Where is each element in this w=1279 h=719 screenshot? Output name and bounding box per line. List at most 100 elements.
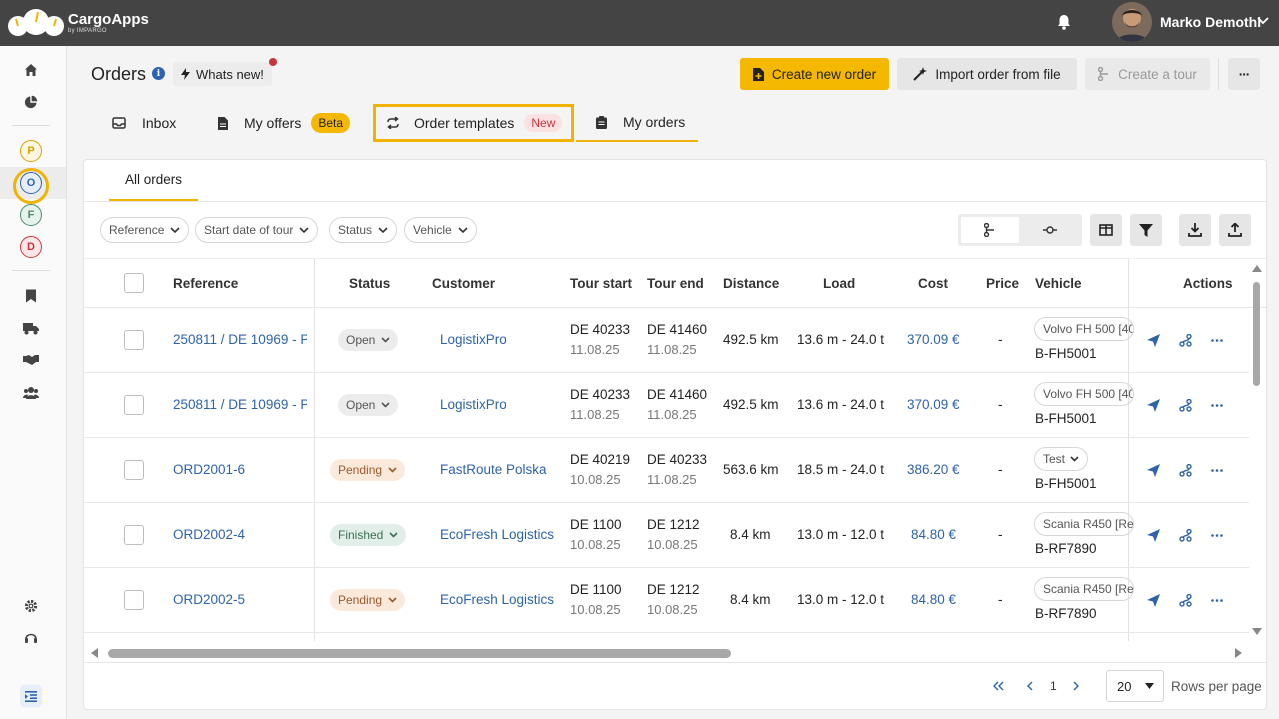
scroll-up-icon[interactable]: [1251, 264, 1263, 273]
customer-link[interactable]: FastRoute Polska: [440, 462, 547, 477]
info-icon[interactable]: i: [152, 67, 165, 80]
more-dots-icon[interactable]: [1209, 527, 1225, 543]
row-checkbox[interactable]: [124, 395, 144, 415]
column-header-vehicle[interactable]: Vehicle: [1035, 276, 1082, 291]
more-dots-icon[interactable]: [1209, 462, 1225, 478]
send-icon[interactable]: [1145, 332, 1161, 348]
bell-icon[interactable]: [1057, 14, 1071, 30]
view-tree-button[interactable]: [961, 217, 1019, 243]
table-row[interactable]: ORD2001-6 Pending FastRoute Polska DE 40…: [84, 438, 1249, 503]
tab-inbox[interactable]: Inbox: [112, 104, 176, 142]
route-share-icon[interactable]: [1177, 527, 1193, 543]
first-page-icon[interactable]: [993, 681, 1004, 691]
table-row[interactable]: ORD2002-5 Pending EcoFresh Logistics DE …: [84, 568, 1249, 633]
scroll-left-icon[interactable]: [90, 647, 99, 659]
send-icon[interactable]: [1145, 462, 1161, 478]
row-checkbox[interactable]: [124, 460, 144, 480]
vehicle-dropdown[interactable]: Test: [1034, 447, 1089, 471]
table-row[interactable]: 250811 / DE 10969 - Pl Open LogistixPro …: [84, 308, 1249, 373]
status-dropdown[interactable]: Pending: [330, 589, 406, 611]
column-header-reference[interactable]: Reference: [173, 276, 238, 291]
customer-link[interactable]: LogistixPro: [440, 397, 507, 412]
row-checkbox[interactable]: [124, 590, 144, 610]
column-header-load[interactable]: Load: [823, 276, 855, 291]
select-all-checkbox[interactable]: [124, 273, 144, 293]
upload-button[interactable]: [1219, 214, 1251, 246]
column-header-distance[interactable]: Distance: [723, 276, 779, 291]
filter-vehicle[interactable]: Vehicle: [404, 217, 477, 243]
user-avatar[interactable]: [1112, 2, 1152, 42]
app-logo[interactable]: CargoApps by IMPARGO: [6, 6, 149, 40]
collapse-sidebar-icon[interactable]: [20, 685, 42, 707]
send-icon[interactable]: [1145, 527, 1161, 543]
filter-reference[interactable]: Reference: [100, 217, 190, 243]
cost-link[interactable]: 370.09 €: [907, 397, 960, 412]
reference-link[interactable]: 250811 / DE 10969 - Pl: [173, 397, 307, 412]
vehicle-dropdown[interactable]: Scania R450 [Re: [1034, 512, 1134, 536]
chevron-down-icon[interactable]: [1257, 16, 1269, 26]
route-share-icon[interactable]: [1177, 592, 1193, 608]
route-share-icon[interactable]: [1177, 332, 1193, 348]
column-header-status[interactable]: Status: [349, 276, 390, 291]
cost-link[interactable]: 386.20 €: [907, 462, 960, 477]
reference-link[interactable]: 250811 / DE 10969 - Pl: [173, 332, 307, 347]
sidebar-item-d[interactable]: D: [20, 236, 42, 258]
rows-per-page-select[interactable]: 20: [1106, 670, 1164, 702]
filter-button[interactable]: [1130, 214, 1162, 246]
handshake-icon[interactable]: [22, 351, 40, 369]
create-tour-button[interactable]: Create a tour: [1085, 58, 1210, 90]
sidebar-item-p[interactable]: P: [20, 140, 42, 162]
status-dropdown[interactable]: Finished: [330, 524, 407, 546]
reference-link[interactable]: ORD2002-5: [173, 592, 245, 607]
column-header-tour-end[interactable]: Tour end: [647, 276, 704, 291]
tab-my-offers[interactable]: My offers Beta: [218, 104, 350, 142]
status-dropdown[interactable]: Pending: [330, 459, 406, 481]
column-header-price[interactable]: Price: [986, 276, 1019, 291]
cost-link[interactable]: 84.80 €: [911, 592, 956, 607]
cost-link[interactable]: 370.09 €: [907, 332, 960, 347]
pie-chart-icon[interactable]: [22, 93, 40, 111]
more-dots-icon[interactable]: [1209, 397, 1225, 413]
prev-page-icon[interactable]: [1026, 681, 1033, 691]
column-header-cost[interactable]: Cost: [918, 276, 948, 291]
tab-my-orders[interactable]: My orders: [576, 104, 698, 142]
vertical-scrollbar-thumb[interactable]: [1253, 282, 1260, 386]
filter-start-date[interactable]: Start date of tour: [195, 217, 319, 243]
horizontal-scrollbar-thumb[interactable]: [108, 649, 731, 658]
user-name[interactable]: Marko Demothi: [1160, 14, 1261, 30]
row-checkbox[interactable]: [124, 330, 144, 350]
send-icon[interactable]: [1145, 397, 1161, 413]
import-order-button[interactable]: Import order from file: [897, 58, 1077, 90]
whats-new-button[interactable]: Whats new!: [173, 62, 272, 86]
table-row[interactable]: 250811 / DE 10969 - Pl Open LogistixPro …: [84, 373, 1249, 438]
status-dropdown[interactable]: Open: [338, 329, 399, 351]
customer-link[interactable]: LogistixPro: [440, 332, 507, 347]
sidebar-item-f[interactable]: F: [20, 204, 42, 226]
row-checkbox[interactable]: [124, 525, 144, 545]
bookmark-icon[interactable]: [22, 287, 40, 305]
customer-link[interactable]: EcoFresh Logistics: [440, 592, 554, 607]
current-page[interactable]: 1: [1050, 679, 1057, 693]
reference-link[interactable]: ORD2002-4: [173, 527, 245, 542]
tab-order-templates[interactable]: Order templates New: [373, 104, 574, 142]
truck-icon[interactable]: [22, 319, 40, 337]
vehicle-dropdown[interactable]: Volvo FH 500 [40: [1034, 382, 1134, 406]
more-actions-button[interactable]: ···: [1228, 58, 1260, 90]
customer-link[interactable]: EcoFresh Logistics: [440, 527, 554, 542]
download-button[interactable]: [1179, 214, 1211, 246]
status-dropdown[interactable]: Open: [338, 394, 399, 416]
reference-link[interactable]: ORD2001-6: [173, 462, 245, 477]
subtab-all-orders[interactable]: All orders: [109, 160, 199, 201]
columns-button[interactable]: [1090, 214, 1122, 246]
more-dots-icon[interactable]: [1209, 592, 1225, 608]
cost-link[interactable]: 84.80 €: [911, 527, 956, 542]
route-share-icon[interactable]: [1177, 397, 1193, 413]
column-header-customer[interactable]: Customer: [432, 276, 495, 291]
send-icon[interactable]: [1145, 592, 1161, 608]
route-share-icon[interactable]: [1177, 462, 1193, 478]
vehicle-dropdown[interactable]: Scania R450 [Re: [1034, 577, 1134, 601]
headset-icon[interactable]: [22, 629, 40, 647]
next-page-icon[interactable]: [1073, 681, 1080, 691]
create-new-order-button[interactable]: Create new order: [740, 58, 889, 90]
column-header-tour-start[interactable]: Tour start: [570, 276, 632, 291]
